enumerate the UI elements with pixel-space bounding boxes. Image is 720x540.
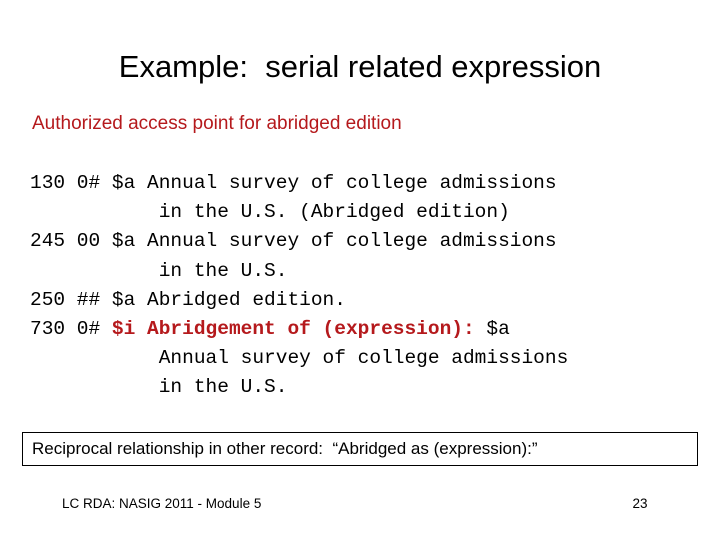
marc-line: in the U.S. (30, 373, 568, 402)
marc-segment: Annual survey of college admissions (30, 347, 569, 370)
marc-segment: $a (474, 318, 510, 341)
marc-line: 130 0# $a Annual survey of college admis… (30, 169, 568, 198)
marc-segment: in the U.S. (30, 259, 288, 282)
marc-line: in the U.S. (30, 257, 568, 286)
marc-segment: $i Abridgement of (expression): (111, 318, 475, 341)
marc-segment: 245 00 $a Annual survey of college admis… (30, 230, 557, 253)
footer-source-label: LC RDA: NASIG 2011 - Module 5 (62, 496, 262, 511)
marc-line: Annual survey of college admissions (30, 344, 569, 373)
marc-line: 245 00 $a Annual survey of college admis… (30, 227, 568, 256)
page-title: Example: serial related expression (118, 48, 602, 84)
marc-segment: 130 0# $a Annual survey of college admis… (30, 172, 557, 194)
marc-record-block: 130 0# $a Annual survey of college admis… (30, 169, 568, 403)
marc-line: 730 0# $i Abridgement of (expression): $… (30, 315, 568, 344)
marc-segment: 730 0# (30, 318, 112, 341)
callout-text: Reciprocal relationship in other record:… (32, 439, 538, 458)
marc-segment: in the U.S. (Abridged edition) (30, 201, 510, 224)
marc-segment: 250 ## $a Abridged edition. (30, 288, 346, 311)
reciprocal-relationship-callout: Reciprocal relationship in other record:… (22, 432, 698, 466)
footer-page-number: 23 (632, 496, 648, 511)
marc-segment: in the U.S. (30, 376, 288, 399)
marc-line: in the U.S. (Abridged edition) (30, 198, 568, 227)
section-subheading: Authorized access point for abridged edi… (32, 113, 402, 134)
marc-line: 250 ## $a Abridged edition. (30, 286, 568, 315)
